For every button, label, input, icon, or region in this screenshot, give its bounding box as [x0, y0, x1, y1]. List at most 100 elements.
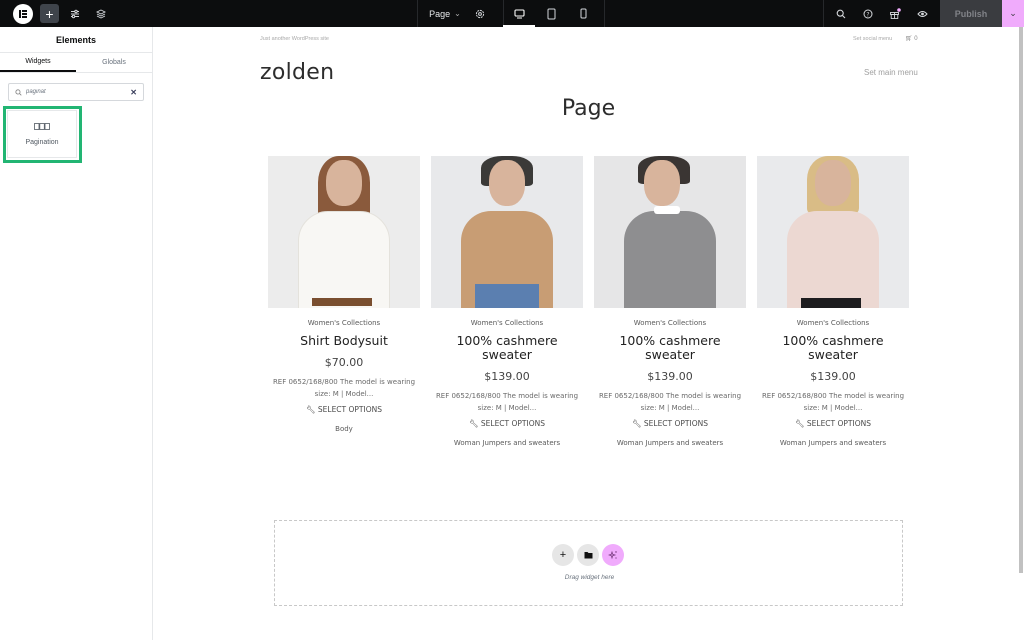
product-price: $139.00 [810, 370, 856, 383]
product-image[interactable] [757, 156, 909, 308]
editor-top-bar: + Page ⌄ ? Publish ⌄ [0, 0, 1024, 27]
ai-generate-button[interactable] [602, 544, 624, 566]
panel-tabs: Widgets Globals [0, 53, 152, 73]
panel-title: Elements [0, 27, 152, 53]
search-icon [836, 9, 846, 18]
product-name[interactable]: 100% cashmere sweater [431, 334, 583, 362]
empty-section-dropzone[interactable]: + Drag widget here [274, 520, 903, 606]
product-name[interactable]: 100% cashmere sweater [594, 334, 746, 362]
product-card: Women's Collections 100% cashmere sweate… [757, 156, 909, 447]
plus-icon: + [45, 5, 54, 22]
product-card: Women's Collections Shirt Bodysuit $70.0… [268, 156, 420, 433]
publish-button[interactable]: Publish [940, 0, 1002, 27]
chevron-down-icon: ⌄ [454, 9, 461, 18]
site-title[interactable]: zolden [260, 60, 334, 85]
cart-icon: 🛒︎ [905, 36, 913, 42]
product-price: $139.00 [484, 370, 530, 383]
tablet-icon [547, 8, 555, 19]
divider [417, 0, 418, 27]
product-card: Women's Collections 100% cashmere sweate… [431, 156, 583, 447]
divider [604, 0, 605, 27]
page-title: Page [561, 96, 616, 121]
canvas-scrollbar[interactable] [1019, 27, 1023, 573]
mobile-icon [580, 8, 586, 19]
product-category[interactable]: Women's Collections [757, 319, 909, 327]
product-tag[interactable]: Woman Jumpers and sweaters [594, 439, 746, 447]
site-settings-button[interactable] [66, 0, 84, 27]
product-image[interactable] [594, 156, 746, 308]
preview-canvas: Just another WordPress site Set social m… [153, 27, 1024, 640]
select-options-button[interactable]: 🔧︎ SELECT OPTIONS [431, 419, 583, 428]
device-tablet-button[interactable] [535, 0, 567, 27]
elementor-logo-icon [19, 10, 27, 18]
product-tag[interactable]: Woman Jumpers and sweaters [431, 439, 583, 447]
product-description: REF 0652/168/800 The model is wearing si… [761, 392, 905, 412]
help-icon: ? [863, 9, 873, 18]
select-options-button[interactable]: 🔧︎ SELECT OPTIONS [268, 405, 420, 414]
add-section-button[interactable]: + [552, 544, 574, 566]
product-category[interactable]: Women's Collections [268, 319, 420, 327]
tab-widgets[interactable]: Widgets [0, 53, 76, 72]
page-selector-label: Page [429, 8, 451, 19]
product-tag[interactable]: Body [268, 425, 420, 433]
widget-pagination[interactable]: Pagination [7, 110, 77, 158]
gear-icon [475, 9, 485, 18]
product-card: Women's Collections 100% cashmere sweate… [594, 156, 746, 447]
finder-button[interactable] [833, 0, 849, 27]
site-tagline: Just another WordPress site [260, 36, 329, 42]
tab-globals[interactable]: Globals [76, 53, 152, 72]
elements-panel: Elements Widgets Globals ✕ Pagination [0, 27, 153, 640]
cart-link[interactable]: 🛒︎ 0 [905, 35, 918, 42]
main-menu-link[interactable]: Set main menu [864, 68, 918, 77]
elementor-logo-button[interactable] [13, 4, 33, 24]
wrench-icon: 🔧︎ [794, 419, 807, 428]
product-description: REF 0652/168/800 The model is wearing si… [598, 392, 742, 412]
gift-icon [890, 7, 901, 19]
plus-icon: + [559, 549, 567, 561]
wrench-icon: 🔧︎ [631, 419, 644, 428]
folder-icon [584, 552, 592, 559]
product-image[interactable] [268, 156, 420, 308]
product-price: $139.00 [647, 370, 693, 383]
svg-text:?: ? [866, 11, 869, 18]
structure-button[interactable] [92, 0, 110, 27]
chevron-down-icon: ⌄ [1009, 8, 1017, 18]
product-name[interactable]: 100% cashmere sweater [757, 334, 909, 362]
pagination-icon [34, 122, 50, 130]
desktop-icon [513, 8, 525, 18]
widget-search: ✕ [8, 83, 144, 101]
select-options-button[interactable]: 🔧︎ SELECT OPTIONS [594, 419, 746, 428]
whats-new-button[interactable] [887, 0, 903, 27]
dropzone-label: Drag widget here [564, 574, 615, 581]
preview-button[interactable] [914, 0, 930, 27]
select-options-button[interactable]: 🔧︎ SELECT OPTIONS [757, 419, 909, 428]
page-settings-button[interactable] [472, 0, 488, 27]
product-description: REF 0652/168/800 The model is wearing si… [435, 392, 579, 412]
product-category[interactable]: Women's Collections [594, 319, 746, 327]
search-icon [15, 88, 22, 96]
product-category[interactable]: Women's Collections [431, 319, 583, 327]
social-menu-link[interactable]: Set social menu [853, 36, 892, 42]
device-mobile-button[interactable] [567, 0, 599, 27]
add-element-button[interactable]: + [40, 4, 59, 23]
wrench-icon: 🔧︎ [468, 419, 481, 428]
sliders-icon [71, 9, 79, 18]
clear-search-icon[interactable]: ✕ [130, 88, 137, 97]
add-template-button[interactable] [577, 544, 599, 566]
help-button[interactable]: ? [860, 0, 876, 27]
device-desktop-button[interactable] [503, 0, 535, 27]
sparkles-icon [608, 550, 617, 560]
eye-icon [916, 10, 928, 17]
widget-label: Pagination [25, 138, 59, 146]
widget-search-input[interactable] [26, 89, 131, 95]
divider [823, 0, 824, 27]
product-name[interactable]: Shirt Bodysuit [268, 334, 420, 348]
cart-count: 0 [914, 36, 918, 42]
publish-options-button[interactable]: ⌄ [1002, 0, 1024, 27]
product-price: $70.00 [324, 356, 364, 369]
product-description: REF 0652/168/800 The model is wearing si… [272, 378, 416, 398]
product-tag[interactable]: Woman Jumpers and sweaters [757, 439, 909, 447]
page-selector-dropdown[interactable]: Page ⌄ [420, 0, 470, 27]
wrench-icon: 🔧︎ [305, 405, 318, 414]
product-image[interactable] [431, 156, 583, 308]
